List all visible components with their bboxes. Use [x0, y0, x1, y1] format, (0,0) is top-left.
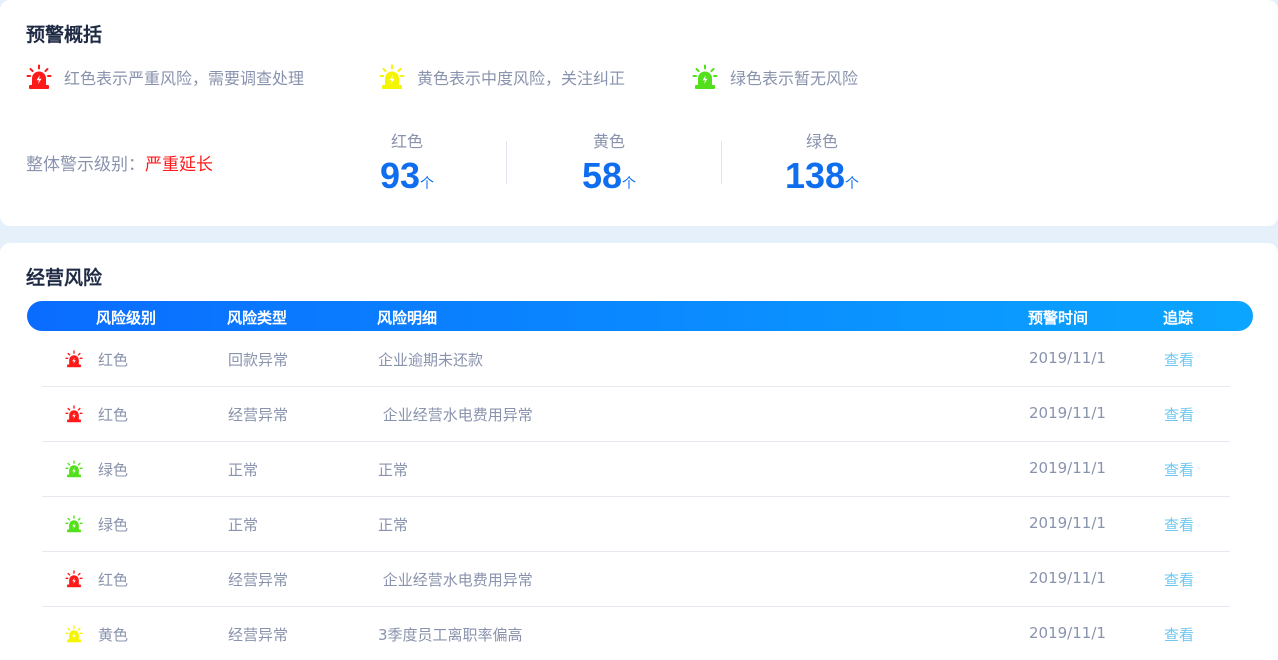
summary-title: 预警概括	[26, 24, 103, 46]
view-link[interactable]: 查看	[1164, 624, 1194, 645]
stat-divider	[506, 141, 507, 184]
stat-red-unit: 个	[420, 176, 435, 192]
risk-type: 回款异常	[228, 351, 289, 369]
alarm-light-icon	[65, 570, 83, 588]
alarm-light-yellow-icon	[379, 64, 405, 89]
alarm-light-icon	[65, 515, 83, 533]
warning-time: 2019/11/1	[1029, 349, 1106, 367]
col-warning-time: 预警时间	[1028, 309, 1089, 327]
business-risk-card: 经营风险 风险级别 风险类型 风险明细 预警时间 追踪 红色 回款异常 企业逾期未还…	[0, 243, 1278, 660]
alarm-light-icon	[65, 460, 83, 478]
col-track: 追踪	[1163, 309, 1194, 327]
stat-yellow-unit: 个	[622, 176, 637, 192]
warning-time: 2019/11/1	[1029, 514, 1106, 532]
alarm-light-icon	[65, 405, 83, 423]
risk-detail: 企业经营水电费用异常	[378, 406, 533, 424]
risk-type: 正常	[228, 461, 259, 479]
alarm-light-icon	[65, 625, 83, 643]
view-link[interactable]: 查看	[1164, 514, 1194, 535]
col-risk-type: 风险类型	[227, 309, 288, 327]
warning-time: 2019/11/1	[1029, 624, 1106, 642]
stat-red: 红色 93个	[337, 131, 477, 205]
legend-green-text: 绿色表示暂无风险	[730, 69, 859, 88]
risk-detail: 企业经营水电费用异常	[378, 571, 533, 589]
stat-yellow-count: 58	[581, 155, 623, 196]
legend-red-text: 红色表示严重风险，需要调查处理	[64, 69, 305, 88]
legend-yellow-text: 黄色表示中度风险，关注纠正	[417, 69, 626, 88]
table-row: 红色 经营异常 企业经营水电费用异常 2019/11/1 查看	[42, 387, 1230, 442]
risk-detail: 正常	[378, 461, 409, 479]
stat-green-count: 138	[784, 155, 846, 196]
risk-type: 正常	[228, 516, 259, 534]
risk-table-header: 风险级别 风险类型 风险明细 预警时间 追踪	[27, 301, 1253, 331]
warning-time: 2019/11/1	[1029, 459, 1106, 477]
risk-title: 经营风险	[26, 267, 103, 289]
view-link[interactable]: 查看	[1164, 404, 1194, 425]
risk-detail: 3季度员工离职率偏高	[378, 626, 523, 644]
risk-type: 经营异常	[228, 406, 289, 424]
overall-label: 整体警示级别：	[26, 155, 145, 175]
warning-time: 2019/11/1	[1029, 569, 1106, 587]
risk-level: 红色	[98, 406, 129, 424]
overall-value: 严重延长	[145, 155, 213, 175]
stat-red-count: 93	[379, 155, 421, 196]
stat-green: 绿色 138个	[752, 131, 892, 205]
view-link[interactable]: 查看	[1164, 459, 1194, 480]
stat-green-unit: 个	[845, 176, 860, 192]
risk-level: 绿色	[98, 461, 129, 479]
risk-detail: 企业逾期未还款	[378, 351, 484, 369]
stat-green-label: 绿色	[805, 132, 838, 151]
table-row: 绿色 正常 正常 2019/11/1 查看	[42, 442, 1230, 497]
legend-yellow: 黄色表示中度风险，关注纠正	[379, 63, 625, 91]
view-link[interactable]: 查看	[1164, 349, 1194, 370]
table-row: 绿色 正常 正常 2019/11/1 查看	[42, 497, 1230, 552]
stat-yellow: 黄色 58个	[539, 131, 679, 205]
warning-time: 2019/11/1	[1029, 404, 1106, 422]
stat-divider	[721, 141, 722, 184]
risk-level: 红色	[98, 571, 129, 589]
table-row: 黄色 经营异常 3季度员工离职率偏高 2019/11/1 查看	[42, 607, 1230, 660]
alarm-light-icon	[65, 350, 83, 368]
col-risk-detail: 风险明细	[377, 309, 438, 327]
overall-warning-level: 整体警示级别：严重延长	[26, 150, 213, 175]
stat-yellow-label: 黄色	[592, 132, 625, 151]
risk-level: 绿色	[98, 516, 129, 534]
alarm-light-red-icon	[26, 64, 52, 89]
risk-detail: 正常	[378, 516, 409, 534]
table-row: 红色 回款异常 企业逾期未还款 2019/11/1 查看	[42, 332, 1230, 387]
table-row: 红色 经营异常 企业经营水电费用异常 2019/11/1 查看	[42, 552, 1230, 607]
stat-red-label: 红色	[390, 132, 423, 151]
legend-red: 红色表示严重风险，需要调查处理	[26, 63, 304, 91]
col-risk-level: 风险级别	[96, 309, 157, 327]
risk-type: 经营异常	[228, 626, 289, 644]
risk-type: 经营异常	[228, 571, 289, 589]
warning-summary-card: 预警概括 红色表示严重风险，需要调查处理 黄色表示中度风险，关注纠正 绿色表示暂…	[0, 0, 1278, 226]
risk-level: 黄色	[98, 626, 129, 644]
legend-green: 绿色表示暂无风险	[692, 63, 858, 91]
risk-level: 红色	[98, 351, 129, 369]
alarm-light-green-icon	[692, 64, 718, 89]
view-link[interactable]: 查看	[1164, 569, 1194, 590]
